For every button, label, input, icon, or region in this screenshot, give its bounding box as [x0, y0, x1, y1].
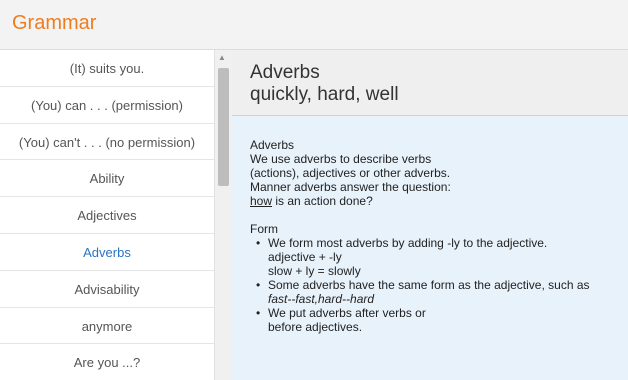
- lesson-header: Adverbs quickly, hard, well: [232, 50, 628, 116]
- intro-line: how is an action done?: [250, 194, 628, 208]
- form-heading: Form: [250, 222, 278, 236]
- form-bullet: Some adverbs have the same form as the a…: [256, 278, 628, 306]
- intro-line: We use adverbs to describe verbs: [250, 152, 432, 166]
- underlined-word: how: [250, 194, 273, 208]
- form-bullet-text: Some adverbs have the same form as the a…: [268, 278, 590, 292]
- intro-line-rest: is an action done?: [272, 194, 373, 208]
- intro-heading: Adverbs: [250, 138, 295, 152]
- app-header: Grammar: [0, 0, 628, 50]
- topic-item[interactable]: anymore: [0, 308, 214, 345]
- form-bullet-text: We put adverbs after verbs or: [268, 306, 426, 320]
- form-bullet-subline: before adjectives.: [268, 320, 363, 334]
- topic-item[interactable]: Ability: [0, 160, 214, 198]
- lesson-title: Adverbs: [250, 62, 320, 83]
- form-bullet-subline: adjective + -ly: [268, 250, 342, 264]
- lesson-subtitle: quickly, hard, well: [250, 84, 399, 105]
- topic-item-active[interactable]: Adverbs: [0, 234, 214, 271]
- topic-list: (It) suits you. (You) can . . . (permiss…: [0, 50, 214, 380]
- scroll-up-arrow-icon[interactable]: ▲: [218, 53, 226, 62]
- sidebar-scrollbar[interactable]: ▲: [214, 50, 232, 380]
- intro-line: (actions), adjectives or other adverbs.: [250, 166, 451, 180]
- form-bullet: We put adverbs after verbs or before adj…: [256, 306, 628, 334]
- topic-item[interactable]: Are you ...?: [0, 344, 214, 380]
- form-bullet-text: We form most adverbs by adding -ly to th…: [268, 236, 548, 250]
- form-bullet: We form most adverbs by adding -ly to th…: [256, 236, 628, 278]
- lesson-content: Adverbs quickly, hard, well Adverbs We u…: [232, 50, 628, 380]
- lesson-body: Adverbs We use adverbs to describe verbs…: [232, 116, 628, 334]
- scrollbar-thumb[interactable]: [218, 68, 229, 186]
- italic-example: fast--fast,hard--hard: [268, 292, 375, 306]
- form-bullet-subline: fast--fast,hard--hard: [268, 292, 628, 306]
- intro-line: Manner adverbs answer the question:: [250, 180, 451, 194]
- form-bullet-subline: slow + ly = slowly: [268, 264, 361, 278]
- topic-item[interactable]: (You) can . . . (permission): [0, 87, 214, 124]
- topic-item[interactable]: Adjectives: [0, 197, 214, 234]
- topic-item[interactable]: (You) can't . . . (no permission): [0, 124, 214, 161]
- topic-item[interactable]: (It) suits you.: [0, 50, 214, 87]
- app-title: Grammar: [12, 12, 97, 34]
- topic-item[interactable]: Advisability: [0, 271, 214, 308]
- form-list: We form most adverbs by adding -ly to th…: [250, 236, 628, 334]
